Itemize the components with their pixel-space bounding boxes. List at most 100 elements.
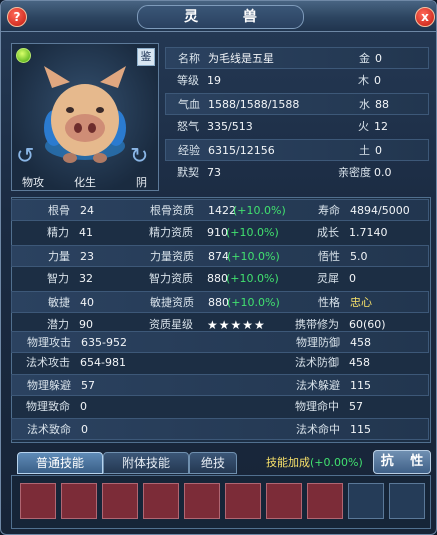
misc-label: 成长 xyxy=(317,226,339,239)
pet-window: ? 灵 兽 x 鉴 ↺ ↻ 物攻 化生 阴 名称 为毛线是五星 金 0 等级 1… xyxy=(0,0,437,535)
misc-value: 4894/5000 xyxy=(350,204,410,217)
title-bar[interactable]: ? 灵 兽 x xyxy=(1,1,436,32)
elem-label: 亲密度 xyxy=(338,166,371,179)
combat-value: 115 xyxy=(350,423,371,436)
attr-value: 40 xyxy=(80,296,94,309)
misc-label: 性格 xyxy=(318,296,340,309)
combat-label: 法术致命 xyxy=(27,423,71,436)
attr-row: 精力 41 精力资质 910 (+10.0%) 成长 1.7140 xyxy=(11,222,429,244)
aptitude-label: 智力资质 xyxy=(149,272,193,285)
elem-value: 0 xyxy=(374,74,381,87)
skill-slot[interactable] xyxy=(225,483,261,519)
combat-label: 物理攻击 xyxy=(27,336,71,349)
combat-row: 法术致命 0 法术命中 115 xyxy=(11,418,429,440)
attr-label: 精力 xyxy=(47,226,69,239)
combat-label: 物理致命 xyxy=(26,400,70,413)
info-label: 名称 xyxy=(178,52,200,65)
skill-slot-bar xyxy=(11,475,431,529)
skill-slot[interactable] xyxy=(307,483,343,519)
personality-value: 忠心 xyxy=(350,296,372,309)
info-row-tacit: 默契 73 亲密度 0.0 xyxy=(165,162,429,184)
attr-row: 根骨 24 根骨资质 1422 (+10.0%) 寿命 4894/5000 xyxy=(11,199,429,221)
skill-slot[interactable] xyxy=(20,483,56,519)
info-row-exp: 经验 6315/12156 土 0 xyxy=(165,139,429,161)
combat-label: 物理防御 xyxy=(296,336,340,349)
combat-label: 法术命中 xyxy=(296,423,340,436)
combat-label: 法术躲避 xyxy=(296,379,340,392)
info-label: 气血 xyxy=(178,98,200,111)
misc-label: 寿命 xyxy=(318,204,340,217)
elem-value: 0 xyxy=(375,144,382,157)
combat-value: 458 xyxy=(350,336,371,349)
skill-slot[interactable] xyxy=(102,483,138,519)
aptitude-bonus: (+10.0%) xyxy=(233,204,286,217)
aptitude-label: 精力资质 xyxy=(149,226,193,239)
skill-slot-empty[interactable] xyxy=(389,483,425,519)
skill-slot[interactable] xyxy=(184,483,220,519)
aptitude-label: 敏捷资质 xyxy=(150,296,194,309)
tab-normal-skills[interactable]: 普通技能 xyxy=(17,452,103,474)
aptitude-bonus: (+10.0%) xyxy=(226,272,279,285)
combat-value: 0 xyxy=(80,400,87,413)
info-row-level: 等级 19 木 0 xyxy=(165,70,429,92)
attr-value: 23 xyxy=(80,250,94,263)
aptitude-label: 力量资质 xyxy=(150,250,194,263)
attr-label: 敏捷 xyxy=(48,296,70,309)
combat-label: 物理躲避 xyxy=(27,379,71,392)
aptitude-value: 880 xyxy=(208,296,229,309)
attr-label: 力量 xyxy=(48,250,70,263)
aptitude-bonus: (+10.0%) xyxy=(227,250,280,263)
info-label: 默契 xyxy=(177,166,199,179)
info-value: 73 xyxy=(207,166,221,179)
combat-value: 57 xyxy=(349,400,363,413)
elem-label: 火 xyxy=(358,120,369,133)
attr-value: 24 xyxy=(80,204,94,217)
info-row-rage: 怒气 335/513 火 12 xyxy=(165,116,429,138)
combat-row: 法术攻击 654-981 法术防御 458 xyxy=(11,352,429,374)
combat-label: 法术攻击 xyxy=(26,356,70,369)
mood-smile-icon xyxy=(16,48,31,63)
elem-value: 88 xyxy=(375,98,389,111)
elem-label: 水 xyxy=(359,98,370,111)
attr-row: 敏捷 40 敏捷资质 880 (+10.0%) 性格 忠心 xyxy=(11,291,429,313)
rotate-right-icon[interactable]: ↻ xyxy=(130,144,148,169)
elem-label: 土 xyxy=(359,144,370,157)
info-label: 等级 xyxy=(177,74,199,87)
aptitude-value: 874 xyxy=(208,250,229,263)
pet-name: 为毛线是五星 xyxy=(208,52,274,65)
misc-value: 0 xyxy=(349,272,356,285)
attr-label: 智力 xyxy=(47,272,69,285)
pig-pet-image xyxy=(44,66,126,163)
info-row-hp: 气血 1588/1588/1588 水 88 xyxy=(165,93,429,115)
attack-type-label: 物攻 xyxy=(22,176,44,189)
pet-portrait: 鉴 ↺ ↻ 物攻 化生 阴 xyxy=(11,43,159,191)
skill-slot-empty[interactable] xyxy=(348,483,384,519)
window-title: 灵 兽 xyxy=(137,5,304,29)
attr-row: 力量 23 力量资质 874 (+10.0%) 悟性 5.0 xyxy=(11,245,429,267)
attr-value: 41 xyxy=(79,226,93,239)
misc-value: 1.7140 xyxy=(349,226,388,239)
help-icon[interactable]: ? xyxy=(7,7,27,27)
attr-label: 根骨 xyxy=(48,204,70,217)
aptitude-value: 880 xyxy=(207,272,228,285)
attr-row: 智力 32 智力资质 880 (+10.0%) 灵犀 0 xyxy=(11,268,429,290)
resistance-button[interactable]: 抗 性 xyxy=(373,450,431,474)
combat-value: 115 xyxy=(350,379,371,392)
rotate-left-icon[interactable]: ↺ xyxy=(16,144,34,169)
info-value: 335/513 xyxy=(207,120,253,133)
misc-label: 灵犀 xyxy=(317,272,339,285)
close-icon[interactable]: x xyxy=(415,7,435,27)
skill-slot[interactable] xyxy=(266,483,302,519)
skill-slot[interactable] xyxy=(61,483,97,519)
combat-row: 物理躲避 57 法术躲避 115 xyxy=(11,374,429,396)
aptitude-value: 910 xyxy=(207,226,228,239)
info-row-name: 名称 为毛线是五星 金 0 xyxy=(165,47,429,69)
skill-bonus-label: 技能加成 xyxy=(266,456,310,469)
combat-label: 法术防御 xyxy=(295,356,339,369)
tab-ultimate-skills[interactable]: 绝技 xyxy=(189,452,237,474)
combat-value: 0 xyxy=(81,423,88,436)
skill-slot[interactable] xyxy=(143,483,179,519)
tab-attached-skills[interactable]: 附体技能 xyxy=(103,452,189,474)
info-label: 经验 xyxy=(178,144,200,157)
combat-value: 458 xyxy=(349,356,370,369)
